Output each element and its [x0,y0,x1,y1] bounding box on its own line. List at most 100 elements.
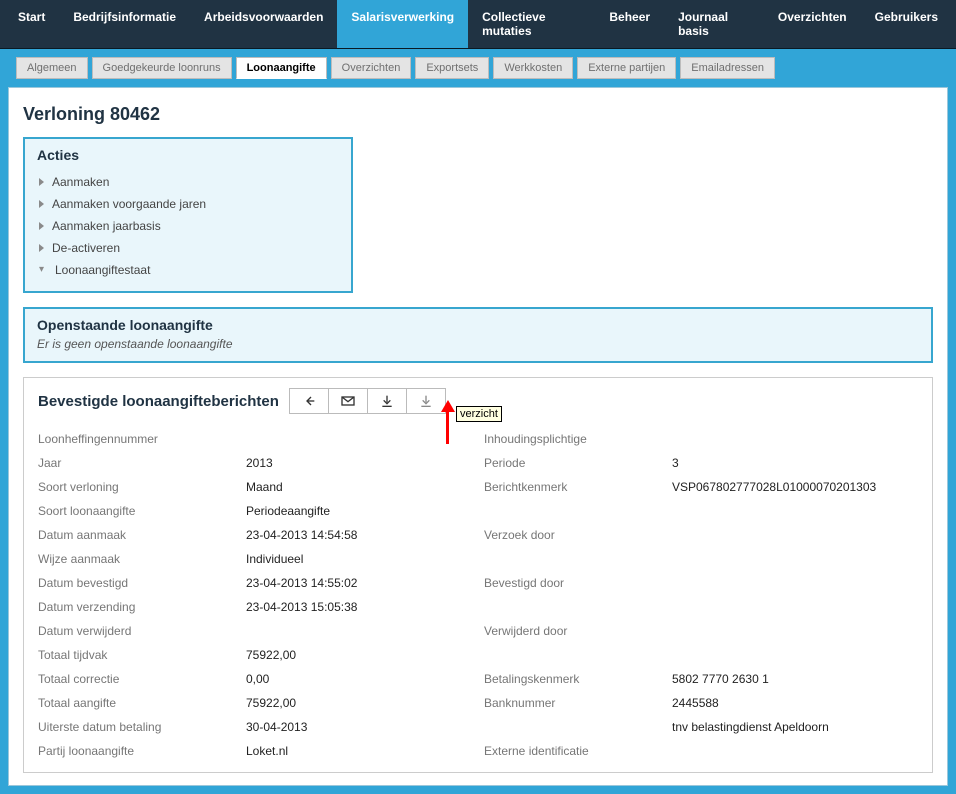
actie-label: Aanmaken jaarbasis [52,219,161,233]
lbl-soort-loonaangifte: Soort loonaangifte [38,504,238,518]
download-alt-icon [418,393,434,409]
lbl-wijze-aanmaak: Wijze aanmaak [38,552,238,566]
val-loonheffingennummer [246,432,476,446]
val-totaal-aangifte: 75922,00 [246,696,476,710]
nav-bedrijfsinformatie[interactable]: Bedrijfsinformatie [59,0,190,48]
lbl-datum-bevestigd: Datum bevestigd [38,576,238,590]
annotation-arrow-shaft [446,412,449,444]
sub-nav-bar: Algemeen Goedgekeurde loonruns Loonaangi… [0,49,956,87]
val-bevestigd-door [672,576,918,590]
back-button[interactable] [289,388,329,414]
val-totaal-tijdvak: 75922,00 [246,648,476,662]
openstaande-message: Er is geen openstaande loonaangifte [25,337,931,361]
empty [484,720,664,734]
lbl-totaal-correctie: Totaal correctie [38,672,238,686]
tab-overzichten[interactable]: Overzichten [331,57,412,79]
tab-emailadressen[interactable]: Emailadressen [680,57,775,79]
lbl-bevestigd-door: Bevestigd door [484,576,664,590]
lbl-soort-verloning: Soort verloning [38,480,238,494]
lbl-verwijderd-door: Verwijderd door [484,624,664,638]
chevron-right-icon [39,200,44,208]
actie-label: De-activeren [52,241,120,255]
tab-algemeen[interactable]: Algemeen [16,57,88,79]
val-wijze-aanmaak: Individueel [246,552,476,566]
bevestigde-title: Bevestigde loonaangifteberichten [38,393,279,410]
empty [484,504,664,518]
empty [672,552,918,566]
nav-start[interactable]: Start [4,0,59,48]
download-button[interactable] [367,388,407,414]
download-alt-button[interactable] [406,388,446,414]
main-nav: Start Bedrijfsinformatie Arbeidsvoorwaar… [0,0,956,49]
val-datum-bevestigd: 23-04-2013 14:55:02 [246,576,476,590]
val-uiterste-datum: 30-04-2013 [246,720,476,734]
nav-journaal-basis[interactable]: Journaal basis [664,0,764,48]
val-betalingskenmerk: 5802 7770 2630 1 [672,672,918,686]
empty [672,600,918,614]
val-totaal-correctie: 0,00 [246,672,476,686]
val-soort-verloning: Maand [246,480,476,494]
nav-beheer[interactable]: Beheer [595,0,664,48]
mail-icon [340,393,356,409]
page-title: Verloning 80462 [23,104,933,125]
val-tnv: tnv belastingdienst Apeldoorn [672,720,918,734]
empty [484,648,664,662]
val-jaar: 2013 [246,456,476,470]
chevron-right-icon [39,244,44,252]
lbl-loonheffingennummer: Loonheffingennummer [38,432,238,446]
annotation-arrow-icon [441,400,455,412]
actie-loonaangiftestaat[interactable]: ▾ Loonaangiftestaat [39,259,343,281]
val-soort-loonaangifte: Periodeaangifte [246,504,476,518]
lbl-externe-id: Externe identificatie [484,744,664,758]
nav-collectieve-mutaties[interactable]: Collectieve mutaties [468,0,595,48]
acties-panel: Acties Aanmaken Aanmaken voorgaande jare… [23,137,353,293]
actie-de-activeren[interactable]: De-activeren [39,237,343,259]
actie-aanmaken-voorgaande[interactable]: Aanmaken voorgaande jaren [39,193,343,215]
val-verwijderd-door [672,624,918,638]
val-inhoudingsplichtige [672,432,918,446]
lbl-uiterste-datum: Uiterste datum betaling [38,720,238,734]
content-wrap: Verloning 80462 Acties Aanmaken Aanmaken… [0,87,956,794]
tooltip-overzicht: verzicht [456,406,502,422]
sub-tabs: Algemeen Goedgekeurde loonruns Loonaangi… [16,57,940,79]
nav-arbeidsvoorwaarden[interactable]: Arbeidsvoorwaarden [190,0,337,48]
bevestigde-section: Bevestigde loonaangifteberichten [23,377,933,773]
lbl-betalingskenmerk: Betalingskenmerk [484,672,664,686]
openstaande-title: Openstaande loonaangifte [25,309,931,337]
nav-overzichten[interactable]: Overzichten [764,0,861,48]
mail-button[interactable] [328,388,368,414]
lbl-totaal-tijdvak: Totaal tijdvak [38,648,238,662]
lbl-verzoek-door: Verzoek door [484,528,664,542]
bevestigde-toolbar [289,388,446,414]
nav-salarisverwerking[interactable]: Salarisverwerking [337,0,468,48]
empty [672,504,918,518]
actie-aanmaken[interactable]: Aanmaken [39,171,343,193]
actie-label: Loonaangiftestaat [55,263,150,277]
tab-werkkosten[interactable]: Werkkosten [493,57,573,79]
lbl-totaal-aangifte: Totaal aangifte [38,696,238,710]
chevron-right-icon [39,178,44,186]
nav-gebruikers[interactable]: Gebruikers [861,0,952,48]
tab-goedgekeurde-loonruns[interactable]: Goedgekeurde loonruns [92,57,232,79]
lbl-banknummer: Banknummer [484,696,664,710]
acties-list: Aanmaken Aanmaken voorgaande jaren Aanma… [25,167,351,291]
val-verzoek-door [672,528,918,542]
val-datum-verzending: 23-04-2013 15:05:38 [246,600,476,614]
tab-exportsets[interactable]: Exportsets [415,57,489,79]
tab-loonaangifte[interactable]: Loonaangifte [236,57,327,79]
empty [484,600,664,614]
actie-aanmaken-jaarbasis[interactable]: Aanmaken jaarbasis [39,215,343,237]
content: Verloning 80462 Acties Aanmaken Aanmaken… [8,87,948,786]
lbl-partij: Partij loonaangifte [38,744,238,758]
tab-externe-partijen[interactable]: Externe partijen [577,57,676,79]
collapse-icon: ▾ [39,266,47,274]
back-arrow-icon [301,393,317,409]
val-externe-id [672,744,918,758]
lbl-datum-aanmaak: Datum aanmaak [38,528,238,542]
lbl-datum-verwijderd: Datum verwijderd [38,624,238,638]
lbl-jaar: Jaar [38,456,238,470]
details-grid: Loonheffingennummer Inhoudingsplichtige … [38,432,918,758]
val-partij: Loket.nl [246,744,476,758]
lbl-berichtkenmerk: Berichtkenmerk [484,480,664,494]
val-banknummer: 2445588 [672,696,918,710]
